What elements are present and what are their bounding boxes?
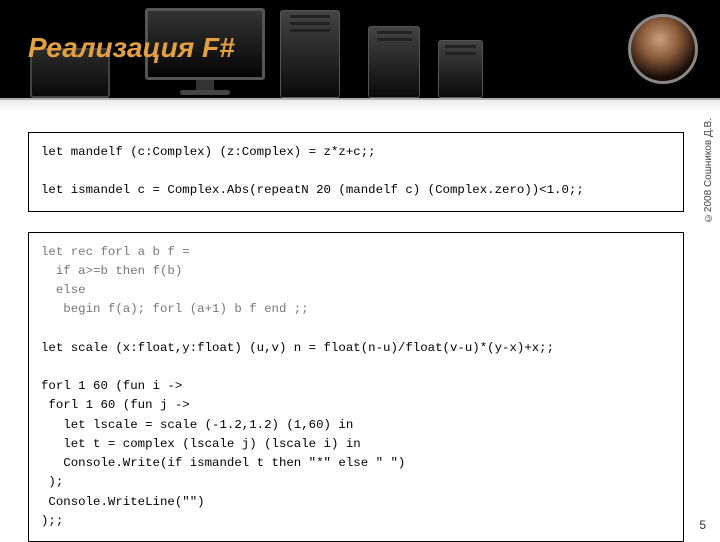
code-line: ); <box>41 475 63 489</box>
code-line: let rec forl a b f = <box>41 245 190 259</box>
slide-content: let mandelf (c:Complex) (z:Complex) = z*… <box>0 118 720 540</box>
code-line: begin f(a); forl (a+1) b f end ;; <box>41 302 309 316</box>
code-line: else <box>41 283 86 297</box>
code-line: );; <box>41 514 63 528</box>
code-line: if a>=b then f(b) <box>41 264 182 278</box>
presenter-avatar <box>628 14 698 84</box>
code-line: forl 1 60 (fun i -> <box>41 379 182 393</box>
page-number: 5 <box>699 518 706 532</box>
tower-graphic-2 <box>368 26 420 98</box>
code-line: let mandelf (c:Complex) (z:Complex) = z*… <box>41 145 376 159</box>
code-line: forl 1 60 (fun j -> <box>41 398 190 412</box>
code-line: let ismandel c = Complex.Abs(repeatN 20 … <box>41 183 584 197</box>
slide-title: Реализация F# <box>28 32 235 64</box>
header-shadow <box>0 98 720 112</box>
code-block-2: let rec forl a b f = if a>=b then f(b) e… <box>28 232 684 542</box>
code-line: Console.WriteLine("") <box>41 495 205 509</box>
code-block-1: let mandelf (c:Complex) (z:Complex) = z*… <box>28 132 684 212</box>
tower-graphic-3 <box>438 40 483 98</box>
code-line: let t = complex (lscale j) (lscale i) in <box>41 437 361 451</box>
code-line: Console.Write(if ismandel t then "*" els… <box>41 456 405 470</box>
code-line: let scale (x:float,y:float) (u,v) n = fl… <box>41 341 554 355</box>
slide-header: Реализация F# <box>0 0 720 98</box>
code-line: let lscale = scale (-1.2,1.2) (1,60) in <box>41 418 353 432</box>
tower-graphic-1 <box>280 10 340 98</box>
